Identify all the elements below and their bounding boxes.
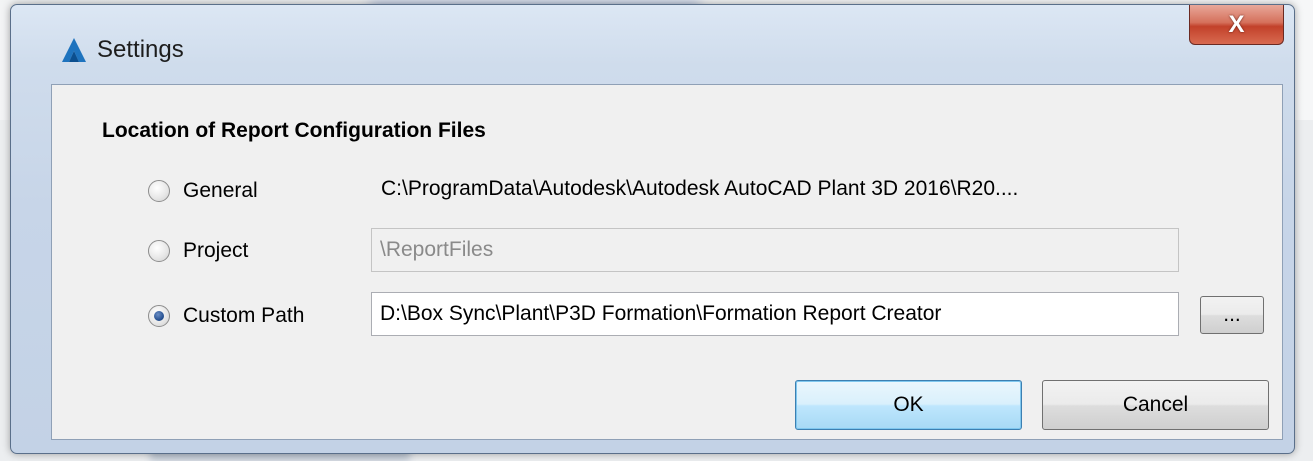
radio-label-project[interactable]: Project [183,239,248,263]
general-path: C:\ProgramData\Autodesk\Autodesk AutoCAD… [381,177,1019,200]
close-icon: X [1228,10,1245,38]
project-path-field: \ReportFiles [371,228,1179,272]
dialog-title: Settings [97,36,184,63]
browse-button[interactable]: ... [1200,296,1264,334]
autodesk-a-icon [62,38,86,62]
title-bar[interactable]: Settings X [11,5,1294,87]
section-title: Location of Report Configuration Files [102,119,486,142]
settings-dialog: Settings X Location of Report Configurat… [10,4,1295,454]
dialog-body: Location of Report Configuration Files G… [51,84,1283,440]
radio-general[interactable] [148,180,170,202]
close-button[interactable]: X [1189,5,1284,45]
radio-label-general[interactable]: General [183,179,258,203]
cancel-button[interactable]: Cancel [1042,380,1269,430]
ok-button[interactable]: OK [795,380,1022,430]
radio-project[interactable] [148,240,170,262]
radio-label-custom-path[interactable]: Custom Path [183,304,304,328]
radio-custom-path[interactable] [148,305,170,327]
custom-path-field[interactable]: D:\Box Sync\Plant\P3D Formation\Formatio… [371,292,1179,336]
